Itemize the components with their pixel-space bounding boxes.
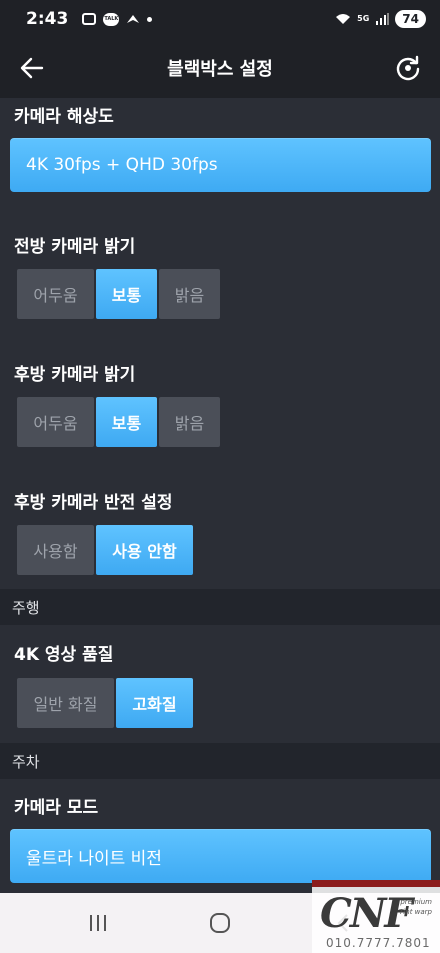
rear-brightness-segmented: 어두움 보통 밝음 [17, 397, 220, 447]
quality-4k-segmented: 일반 화질 고화질 [17, 678, 193, 728]
rear-flip-off[interactable]: 사용 안함 [96, 525, 193, 575]
app-header: 블랙박스 설정 [0, 38, 440, 98]
front-brightness-title: 전방 카메라 밝기 [14, 237, 136, 257]
front-brightness-bright[interactable]: 밝음 [159, 269, 220, 319]
rear-brightness-title: 후방 카메라 밝기 [14, 365, 136, 385]
more-notifications-icon [147, 16, 153, 22]
camera-mode-select-button[interactable]: 울트라 나이트 비전 [10, 829, 431, 883]
back-arrow-icon[interactable] [18, 54, 46, 82]
network-type: 5G [357, 14, 370, 23]
resolution-title: 카메라 해상도 [14, 107, 114, 127]
rear-flip-title: 후방 카메라 반전 설정 [14, 493, 173, 513]
kakaotalk-icon: TALK [103, 12, 120, 26]
page-title: 블랙박스 설정 [167, 59, 273, 80]
front-brightness-normal[interactable]: 보통 [96, 269, 157, 319]
watermark-logo: CNF premium Tint warp 010.7777.7801 [312, 880, 440, 953]
navigation-app-icon [127, 15, 140, 23]
quality-4k-title: 4K 영상 품질 [14, 645, 114, 665]
refresh-icon[interactable] [394, 54, 422, 82]
resolution-select-button[interactable]: 4K 30fps + QHD 30fps [10, 138, 431, 192]
watermark-line1: premium [400, 898, 432, 906]
front-brightness-segmented: 어두움 보통 밝음 [17, 269, 220, 319]
quality-normal[interactable]: 일반 화질 [17, 678, 114, 728]
rear-flip-segmented: 사용함 사용 안함 [17, 525, 193, 575]
recent-apps-icon[interactable] [86, 911, 110, 935]
front-brightness-dark[interactable]: 어두움 [17, 269, 94, 319]
rear-brightness-normal[interactable]: 보통 [96, 397, 157, 447]
quality-high[interactable]: 고화질 [116, 678, 193, 728]
camera-mode-title: 카메라 모드 [14, 798, 99, 818]
status-right: 5G 74 [335, 10, 426, 28]
watermark-bar [312, 880, 440, 887]
screenshot-icon [82, 13, 97, 25]
watermark-phone: 010.7777.7801 [326, 936, 431, 950]
notification-icons: TALK [82, 12, 153, 26]
home-icon[interactable] [208, 911, 232, 935]
wifi-icon [336, 14, 351, 24]
battery-level: 74 [395, 10, 426, 28]
signal-icon [376, 13, 390, 25]
driving-group-header: 주행 [0, 589, 440, 625]
status-bar: 2:43 TALK 5G 74 [0, 0, 440, 38]
watermark-line2: Tint warp [399, 908, 432, 916]
rear-brightness-dark[interactable]: 어두움 [17, 397, 94, 447]
watermark-brand: CNF [320, 890, 413, 937]
parking-group-header: 주차 [0, 743, 440, 779]
rear-flip-on[interactable]: 사용함 [17, 525, 94, 575]
status-time: 2:43 [26, 9, 69, 29]
rear-brightness-bright[interactable]: 밝음 [159, 397, 220, 447]
